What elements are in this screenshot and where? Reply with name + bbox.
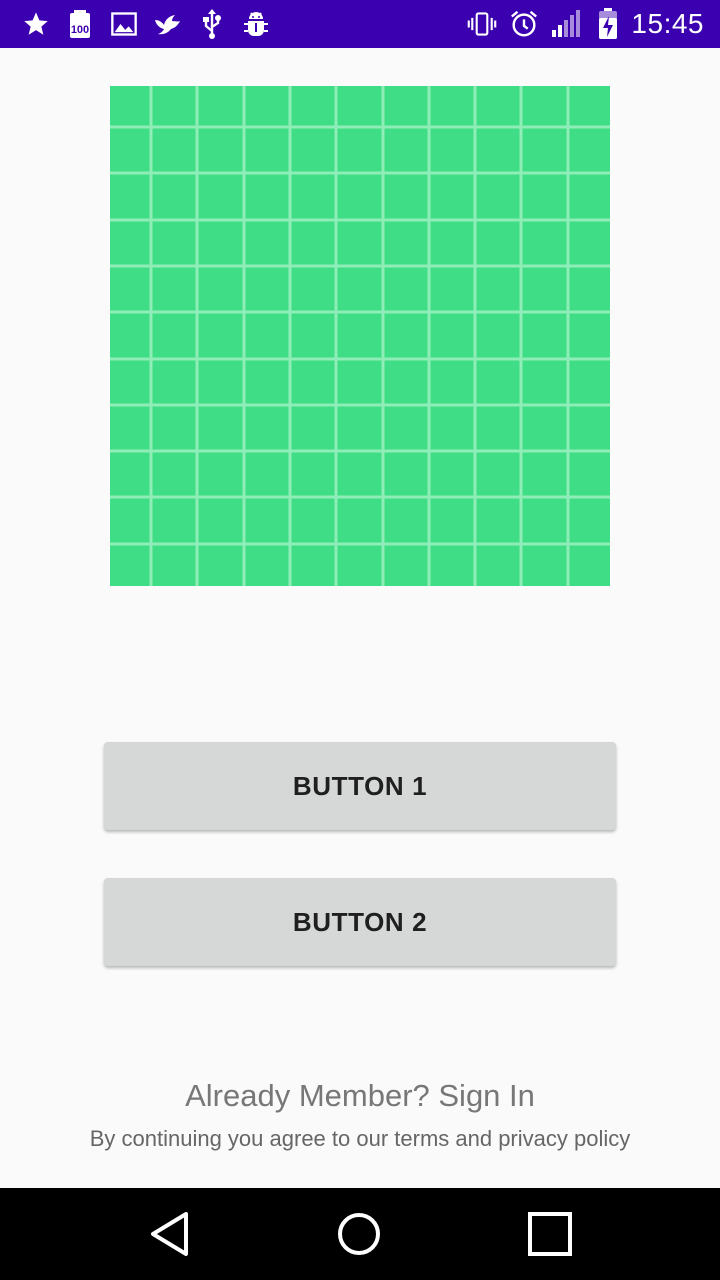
- usb-icon: [196, 8, 228, 40]
- alarm-icon: [509, 9, 539, 39]
- battery-charging-icon: [593, 8, 623, 39]
- svg-text:100: 100: [71, 24, 89, 36]
- image-icon: [108, 8, 140, 40]
- star-icon: [20, 8, 52, 40]
- back-button[interactable]: [110, 1188, 230, 1280]
- android-debug-icon: [240, 8, 272, 40]
- status-time: 15:45: [631, 8, 704, 39]
- vibrate-icon: [467, 9, 497, 39]
- recent-apps-button[interactable]: [490, 1188, 610, 1280]
- status-right-icons: 15:45: [455, 8, 704, 40]
- home-icon: [338, 1213, 380, 1255]
- bird-icon: [152, 8, 184, 40]
- grid-pattern-image: [110, 86, 610, 586]
- recent-apps-icon: [528, 1212, 572, 1256]
- back-icon: [151, 1212, 188, 1256]
- button-1[interactable]: BUTTON 1: [104, 742, 616, 830]
- status-bar: 100 15:45: [0, 0, 720, 48]
- navigation-bar: [0, 1188, 720, 1280]
- terms-text: By continuing you agree to our terms and…: [89, 1126, 631, 1151]
- sign-in-link[interactable]: Already Member? Sign In: [0, 1078, 720, 1114]
- battery-100-icon: 100: [64, 8, 96, 40]
- signal-icon: [551, 9, 581, 39]
- grid-pattern-svg: [110, 86, 610, 586]
- button-2[interactable]: BUTTON 2: [104, 878, 616, 966]
- home-button[interactable]: [299, 1188, 419, 1280]
- status-left-icons: 100: [20, 8, 284, 40]
